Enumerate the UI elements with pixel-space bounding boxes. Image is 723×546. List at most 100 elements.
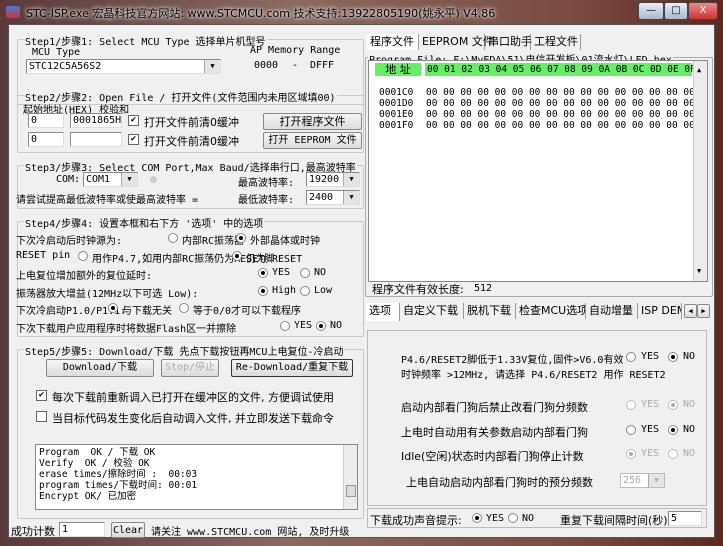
checksum-input-2[interactable]: [70, 132, 122, 147]
option-radio-1[interactable]: [258, 285, 268, 296]
prescale-select[interactable]: 256 ▼: [620, 473, 665, 488]
file-tab[interactable]: 串口助手: [485, 34, 532, 50]
option-tab[interactable]: 选项: [366, 303, 400, 321]
sound-no-radio[interactable]: [508, 513, 518, 523]
open-eeprom-file-button[interactable]: 打开 EEPROM 文件: [263, 132, 362, 149]
step4-title: Step4/步骤4: 设置本框和右下方 '选项' 中的选项: [24, 215, 265, 230]
sound-row: 下载成功声音提示: YES NO 重复下载间隔时间(秒) 5: [367, 508, 707, 528]
min-baud-select[interactable]: 2400 ▼: [306, 190, 360, 205]
option-radio-2[interactable]: [316, 320, 326, 331]
log-line: Verify OK / 校验 OK: [39, 458, 150, 469]
tab-scroll-right-icon[interactable]: ▶: [697, 304, 710, 318]
checksum-input-1[interactable]: 0001865H: [70, 113, 122, 128]
option-radio-2-label: Low: [314, 284, 333, 296]
option-radio-1-label: 与下载无关: [122, 306, 172, 317]
redownload-button[interactable]: Re-Download/重复下载: [231, 359, 353, 377]
watchdog-yes-radio[interactable]: [626, 424, 636, 435]
option-label: 上电复位增加额外的复位延时:: [16, 271, 153, 282]
start-address-input-1[interactable]: 0: [28, 113, 64, 128]
minimize-button[interactable]: —: [638, 2, 664, 20]
file-tab[interactable]: 工程文件: [531, 34, 581, 50]
scrollbar-thumb[interactable]: [346, 485, 356, 497]
option-radio-1-label: High: [272, 284, 297, 296]
reset2-yes-radio[interactable]: [626, 352, 636, 362]
options-panel: P4.6/RESET2脚低于1.33V复位,固件>V6.0有效 YES NO 时…: [367, 330, 707, 506]
option-tab[interactable]: 脱机下载: [464, 303, 516, 319]
option-radio-1[interactable]: [258, 268, 268, 278]
success-count-input[interactable]: 1: [59, 522, 105, 537]
sound-yes-radio[interactable]: [472, 513, 482, 523]
tab-scroll-left-icon[interactable]: ◀: [684, 304, 697, 318]
max-baud-select[interactable]: 19200 ▼: [306, 172, 360, 187]
watchdog-yes-radio[interactable]: [626, 400, 636, 410]
open-program-file-button[interactable]: 打开程序文件: [263, 113, 362, 130]
watchdog-no-radio[interactable]: [668, 449, 678, 459]
success-count-label: 成功计数: [11, 525, 55, 538]
app-icon: [6, 6, 20, 18]
chevron-down-icon[interactable]: ▼: [204, 60, 220, 73]
option-radio-2-label: 等于0/0才可以下载程序: [193, 306, 302, 317]
sound-label: 下载成功声音提示:: [370, 514, 462, 527]
option-label: RESET pin: [16, 249, 71, 261]
option-radio-2[interactable]: [300, 285, 310, 296]
file-tab[interactable]: EEPROM 文件: [419, 34, 494, 50]
scroll-down-icon[interactable]: ▼: [697, 267, 701, 275]
option-tab[interactable]: 自动增量: [586, 303, 638, 319]
option-tab[interactable]: ISP DEMO: [638, 303, 682, 319]
title-bar: STC-ISP.exe 宏晶科技官方网站: www.STCMCU.com 技术支…: [0, 0, 723, 24]
reset2-no-radio[interactable]: [668, 352, 678, 362]
watchdog-yes-label: YES: [641, 399, 660, 410]
hex-row-bytes: 00 00 00 00 00 00 00 00 00 00 00 00 00 0…: [426, 98, 695, 109]
step2-group: Step2/步骤2: Open File / 打开文件(文件范围内未用区域填00…: [17, 89, 364, 153]
step5-title: Step5/步骤5: Download/下载 先点下载按钮再MCU上电复位-冷启…: [24, 343, 345, 358]
step4-group: Step4/步骤4: 设置本框和右下方 '选项' 中的选项 下次冷启动后时钟源为…: [16, 215, 364, 337]
watchdog-yes-radio[interactable]: [626, 449, 636, 459]
com-port-select[interactable]: COM1 ▼: [83, 172, 138, 187]
reset2-hint: 时钟频率 >12MHz, 请选择 P4.6/RESET2 用作 RESET2: [401, 370, 666, 381]
start-address-input-2[interactable]: 0: [28, 132, 64, 147]
option-radio-1[interactable]: [108, 303, 118, 313]
option-tab[interactable]: 检查MCU选项: [516, 303, 586, 319]
option-radio-1-label: 内部RC振荡器: [182, 236, 245, 247]
min-baud-label: 最低波特率:: [238, 195, 295, 206]
close-button[interactable]: X: [688, 2, 718, 20]
hex-row-bytes: 00 00 00 00 00 00 00 00 00 00 00 00 00 0…: [426, 120, 695, 131]
log-output[interactable]: Program OK / 下载 OK Verify OK / 校验 OK erase…: [35, 444, 358, 510]
option-radio-2[interactable]: [232, 250, 242, 261]
watchdog-no-radio[interactable]: [668, 424, 678, 435]
mcu-type-select[interactable]: STC12C5A56S2 ▼: [26, 59, 221, 74]
file-tab[interactable]: 程序文件: [367, 34, 419, 50]
clear-buffer-checkbox-2[interactable]: ✔: [128, 134, 139, 145]
download-button[interactable]: Download/下载: [46, 359, 154, 377]
chevron-down-icon[interactable]: ▼: [121, 173, 137, 186]
reload-before-download-checkbox[interactable]: ✔: [36, 390, 47, 401]
clear-buffer-label-2: 打开文件前清0缓冲: [144, 135, 239, 148]
option-radio-2[interactable]: [236, 233, 246, 243]
option-radio-2[interactable]: [300, 268, 310, 278]
sound-no-label: NO: [522, 513, 535, 524]
option-radio-1[interactable]: [78, 250, 88, 261]
chevron-down-icon[interactable]: ▼: [648, 474, 664, 487]
hex-scrollbar[interactable]: ▲ ▼: [693, 61, 707, 281]
option-radio-1[interactable]: [168, 233, 178, 243]
auto-reload-checkbox[interactable]: [36, 411, 47, 422]
prescale-label: 上电自动启动内部看门狗时的预分频数: [406, 476, 593, 489]
option-radio-1[interactable]: [280, 320, 290, 331]
reset2-label: P4.6/RESET2脚低于1.33V复位,固件>V6.0有效: [401, 355, 624, 366]
stop-button[interactable]: Stop/停止: [161, 359, 219, 377]
chevron-down-icon[interactable]: ▼: [343, 173, 359, 186]
hex-viewer[interactable]: 地 址 00 01 02 03 04 05 06 07 08 09 0A 0B …: [368, 60, 708, 282]
log-scrollbar[interactable]: [343, 445, 357, 509]
clear-count-button[interactable]: Clear: [111, 522, 145, 538]
repeat-interval-input[interactable]: 5: [668, 511, 702, 526]
watchdog-no-radio[interactable]: [668, 400, 678, 410]
scroll-up-icon[interactable]: ▲: [697, 66, 701, 74]
mcu-type-label: MCU Type: [32, 47, 81, 58]
chevron-down-icon[interactable]: ▼: [343, 191, 359, 204]
option-tab[interactable]: 自定义下载: [400, 303, 464, 319]
maximize-button[interactable]: □: [664, 2, 688, 20]
reset2-no-label: NO: [683, 351, 696, 362]
clear-buffer-checkbox-1[interactable]: ✔: [128, 115, 139, 126]
log-line: erase times/擦除时间 : 00:03: [39, 469, 198, 480]
option-radio-2[interactable]: [179, 303, 189, 313]
